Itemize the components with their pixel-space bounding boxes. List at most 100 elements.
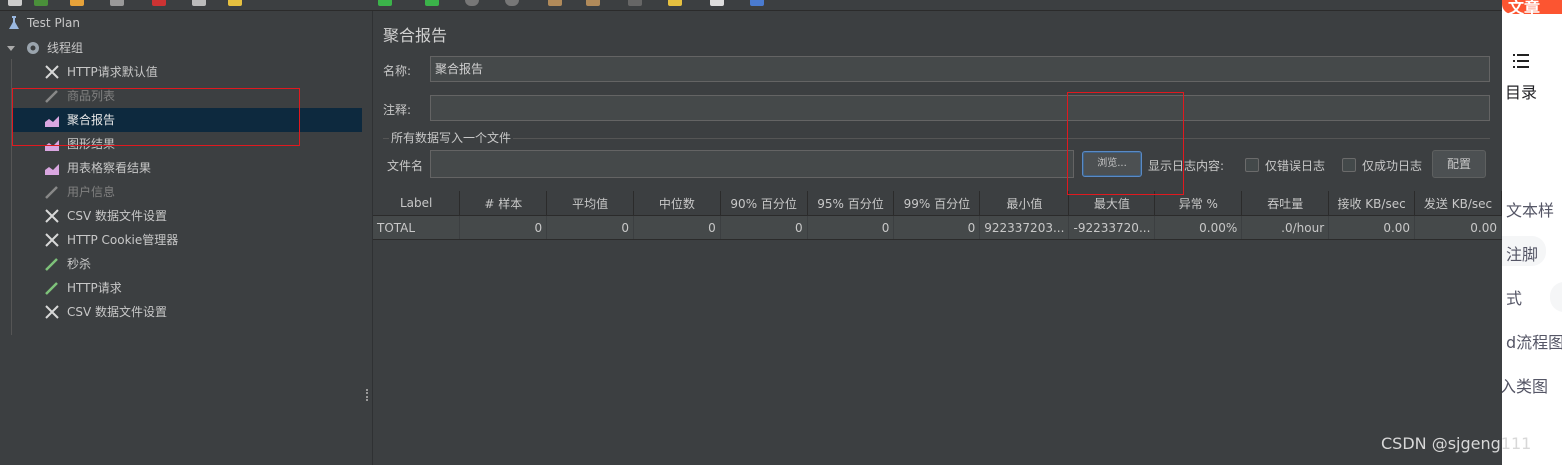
comment-label: 注释: <box>383 103 412 117</box>
toolbar-icon[interactable] <box>628 0 642 6</box>
tree-item-label: Test Plan <box>27 16 80 30</box>
pipette-icon <box>45 282 58 295</box>
column-header[interactable]: 最小值 <box>979 191 1070 216</box>
column-header[interactable]: 发送 KB/sec <box>1414 191 1502 216</box>
tag-pill[interactable] <box>1550 282 1562 312</box>
tree-item-user-info[interactable]: 用户信息 <box>0 180 362 204</box>
gear-icon <box>27 42 39 54</box>
tree-item-csv-config-2[interactable]: CSV 数据文件设置 <box>0 300 362 324</box>
test-plan-tree: Test Plan 线程组 HTTP请求默认值 商品列表 聚合报告 图形结果 用… <box>0 11 363 465</box>
wrench-icon <box>45 65 59 79</box>
toolbar-icon[interactable] <box>505 0 519 6</box>
table-cell: 0 <box>459 215 548 240</box>
tree-item-view-results-table[interactable]: 用表格察看结果 <box>0 156 362 180</box>
panel-splitter[interactable] <box>362 11 373 465</box>
toc-snippet[interactable]: 文本样 <box>1506 197 1554 221</box>
tree-item-label: CSV 数据文件设置 <box>67 209 168 223</box>
toolbar-icon[interactable] <box>668 0 682 6</box>
table-cell: 0 <box>893 215 981 240</box>
table-cell: 0.00% <box>1154 215 1243 240</box>
table-cell: .0/hour <box>1241 215 1330 240</box>
file-section-title: 所有数据写入一个文件 <box>389 129 514 146</box>
tree-item-label: 用户信息 <box>67 185 116 199</box>
banner-text: 文章 <box>1508 0 1541 17</box>
write-article-banner[interactable]: 文章 <box>1502 0 1562 17</box>
column-header[interactable]: Label <box>373 191 461 216</box>
page-title: 聚合报告 <box>383 26 448 45</box>
table-cell: 0 <box>720 215 808 240</box>
toc-snippet[interactable]: 式 <box>1506 285 1522 309</box>
tree-item-label: 秒杀 <box>67 257 92 271</box>
tree-item-cookie-manager[interactable]: HTTP Cookie管理器 <box>0 228 362 252</box>
wrench-icon <box>45 233 59 247</box>
blog-sidebar: 文章 目录 文本样 注脚 式 d流程图 入类图 <box>1502 0 1562 465</box>
tree-item-thread-group[interactable]: 线程组 <box>0 36 362 60</box>
toc-snippet[interactable]: 注脚 <box>1506 241 1538 265</box>
toolbar-icon[interactable] <box>228 0 242 6</box>
toolbar-icon[interactable] <box>750 0 764 6</box>
toc-snippet[interactable]: d流程图 <box>1506 329 1562 353</box>
success-only-label: 仅成功日志 <box>1362 159 1423 173</box>
toolbar-icon[interactable] <box>586 0 600 6</box>
tree-item-label: 用表格察看结果 <box>67 161 152 175</box>
tree-item-http-defaults[interactable]: HTTP请求默认值 <box>0 60 362 84</box>
toolbar-icon[interactable] <box>710 0 724 6</box>
toolbar-icon[interactable] <box>70 0 84 6</box>
highlight-box-tree <box>12 88 300 146</box>
errors-only-checkbox[interactable] <box>1245 158 1259 172</box>
configure-button[interactable]: 配置 <box>1432 150 1486 178</box>
toolbar-icon[interactable] <box>378 0 392 6</box>
toc-label[interactable]: 目录 <box>1505 79 1537 103</box>
toolbar-icon[interactable] <box>110 0 124 6</box>
pipette-icon <box>45 258 58 271</box>
chevron-down-icon[interactable] <box>6 40 16 56</box>
toolbar-icon[interactable] <box>34 0 48 6</box>
table-cell: 0 <box>807 215 895 240</box>
comment-field[interactable] <box>430 95 1490 121</box>
toolbar-icon[interactable] <box>465 0 479 6</box>
pipette-icon <box>45 186 58 199</box>
wrench-icon <box>45 209 59 223</box>
column-header[interactable]: 接收 KB/sec <box>1328 191 1416 216</box>
table-header-row: Label # 样本 平均值 中位数 90% 百分位 95% 百分位 99% 百… <box>373 191 1502 216</box>
column-header[interactable]: # 样本 <box>459 191 548 216</box>
splitter-grip-icon <box>366 389 370 401</box>
toolbar-icon[interactable] <box>8 0 22 6</box>
toolbar-icon[interactable] <box>192 0 206 6</box>
toolbar-icon[interactable] <box>425 0 439 6</box>
column-header[interactable]: 平均值 <box>546 191 634 216</box>
list-icon <box>1513 54 1529 68</box>
column-header[interactable]: 吞吐量 <box>1241 191 1330 216</box>
tree-item-csv-config-1[interactable]: CSV 数据文件设置 <box>0 204 362 228</box>
table-cell: 0 <box>633 215 721 240</box>
toolbar <box>0 0 1502 11</box>
watermark: CSDN @sjgeng111 <box>1381 434 1532 453</box>
column-header[interactable]: 中位数 <box>633 191 721 216</box>
filename-field[interactable] <box>430 150 1074 178</box>
tree-item-seckill[interactable]: 秒杀 <box>0 252 362 276</box>
name-field[interactable]: 聚合报告 <box>430 56 1490 82</box>
success-only-checkbox[interactable] <box>1342 158 1356 172</box>
table-cell: 0.00 <box>1328 215 1416 240</box>
filename-label: 文件名 <box>387 159 424 173</box>
tree-item-label: CSV 数据文件设置 <box>67 305 168 319</box>
tree-item-http-request[interactable]: HTTP请求 <box>0 276 362 300</box>
column-header[interactable]: 99% 百分位 <box>893 191 981 216</box>
toolbar-icon[interactable] <box>152 0 166 6</box>
column-header[interactable]: 95% 百分位 <box>807 191 895 216</box>
table-cell: TOTAL <box>373 215 461 240</box>
column-header[interactable]: 90% 百分位 <box>720 191 808 216</box>
table-cell: 922337203... <box>979 215 1070 240</box>
name-label: 名称: <box>383 64 412 78</box>
toolbar-icon[interactable] <box>548 0 562 6</box>
flask-icon <box>9 16 19 29</box>
toc-snippet[interactable]: 入类图 <box>1502 373 1548 397</box>
highlight-box-browse <box>1067 92 1184 195</box>
table-cell: 0 <box>546 215 634 240</box>
aggregate-table: Label # 样本 平均值 中位数 90% 百分位 95% 百分位 99% 百… <box>373 191 1502 240</box>
file-section-border <box>383 138 1490 139</box>
table-row[interactable]: TOTAL 0 0 0 0 0 0 922337203... -92233720… <box>373 215 1502 240</box>
errors-only-label: 仅错误日志 <box>1265 159 1326 173</box>
tree-item-test-plan[interactable]: Test Plan <box>0 11 362 35</box>
table-cell: -92233720... <box>1068 215 1156 240</box>
